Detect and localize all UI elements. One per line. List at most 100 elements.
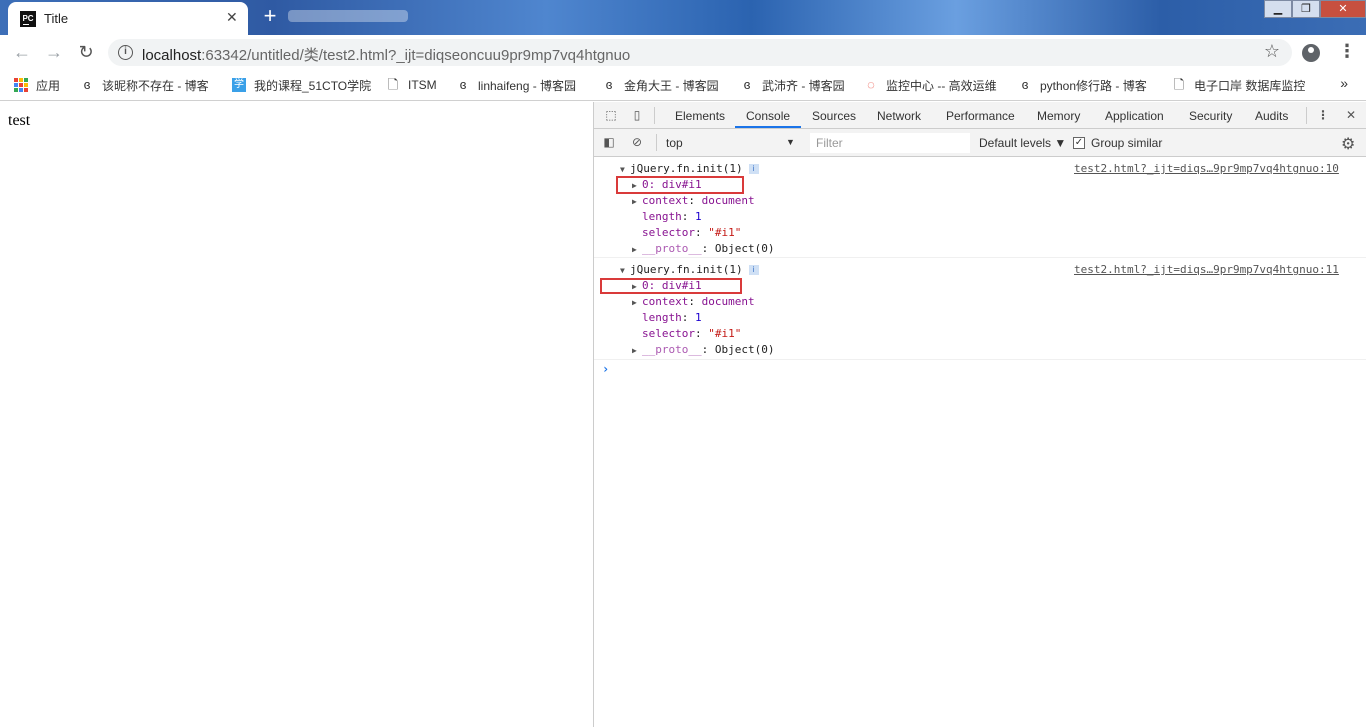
property-key: selector: [642, 327, 695, 340]
tab-network[interactable]: Network: [877, 109, 921, 123]
gear-icon[interactable]: ⚙: [1341, 134, 1355, 154]
collapse-triangle-icon[interactable]: ▶: [632, 296, 642, 310]
bookmark-item[interactable]: ◌ 监控中心 -- 高效运维: [864, 77, 997, 93]
new-tab-button[interactable]: +: [258, 4, 282, 28]
reload-icon[interactable]: ↻: [74, 40, 98, 64]
object-header[interactable]: ▼ jQuery.fn.init(1) i: [620, 263, 759, 277]
property-key: length: [642, 210, 682, 223]
object-header[interactable]: ▼ jQuery.fn.init(1) i: [620, 162, 759, 176]
source-link[interactable]: test2.html?_ijt=diqs…9pr9mp7vq4htgnuo:11: [1074, 263, 1339, 277]
property-value: document: [701, 194, 755, 207]
tab-title: Title: [44, 11, 69, 26]
bookmark-label: 应用: [36, 78, 61, 93]
chevron-down-icon[interactable]: ▼: [786, 137, 795, 147]
bookmark-item[interactable]: 🗋 电子口岸 数据库监控: [1172, 77, 1306, 93]
highlight-box: [616, 176, 744, 194]
property-value: 1: [695, 210, 702, 223]
bookmark-apps[interactable]: 应用: [14, 77, 60, 93]
bookmark-item[interactable]: ɞ linhaifeng - 博客园: [456, 77, 576, 93]
bookmark-label: python修行路 - 博客: [1040, 78, 1147, 93]
property-key: selector: [642, 226, 695, 239]
bookmark-item[interactable]: 🗋 ITSM: [386, 77, 437, 93]
devtools-menu-icon[interactable]: ⋮: [1314, 107, 1332, 123]
tab-security[interactable]: Security: [1189, 109, 1232, 123]
cnblogs-icon: ɞ: [83, 77, 91, 92]
property-row: length: 1: [642, 311, 702, 324]
tab-audits[interactable]: Audits: [1255, 109, 1288, 123]
close-devtools-icon[interactable]: ✕: [1342, 107, 1360, 123]
cnblogs-icon: ɞ: [1021, 77, 1029, 92]
tab-application[interactable]: Application: [1105, 109, 1164, 123]
bookmark-star-icon[interactable]: ☆: [1264, 41, 1280, 62]
clear-console-icon[interactable]: ⊘: [628, 134, 646, 150]
bookmark-label: 电子口岸 数据库监控: [1194, 78, 1306, 93]
cnblogs-icon: ɞ: [605, 77, 613, 92]
group-similar-label: Group similar: [1091, 136, 1163, 150]
bookmark-item[interactable]: 学 我的课程_51CTO学院: [232, 77, 371, 93]
tab-sources[interactable]: Sources: [812, 109, 856, 123]
collapse-triangle-icon[interactable]: ▶: [632, 243, 642, 257]
back-arrow-icon[interactable]: ←: [10, 40, 34, 64]
source-link[interactable]: test2.html?_ijt=diqs…9pr9mp7vq4htgnuo:10: [1074, 162, 1339, 176]
group-similar-checkbox[interactable]: ✓: [1073, 137, 1085, 149]
blurred-tab[interactable]: [288, 10, 408, 22]
property-row: length: 1: [642, 210, 702, 223]
filter-input[interactable]: Filter: [810, 133, 970, 153]
inspect-element-icon[interactable]: ⬚: [602, 107, 620, 123]
address-bar[interactable]: i localhost:63342/untitled/类/test2.html?…: [108, 39, 1292, 66]
expand-triangle-icon[interactable]: ▼: [620, 163, 630, 177]
bookmark-label: ITSM: [408, 78, 437, 92]
profile-avatar-icon[interactable]: [1302, 44, 1320, 62]
browser-menu-icon[interactable]: ⋮: [1338, 41, 1356, 62]
window-controls: ▁ ❐ ✕: [1264, 0, 1366, 20]
device-toolbar-icon[interactable]: ▯: [628, 107, 646, 123]
url-text[interactable]: localhost:63342/untitled/类/test2.html?_i…: [142, 44, 630, 65]
minimize-button[interactable]: ▁: [1264, 0, 1292, 18]
property-key: __proto__: [642, 242, 702, 255]
apps-grid-icon: [14, 78, 28, 92]
tab-performance[interactable]: Performance: [946, 109, 1015, 123]
tab-memory[interactable]: Memory: [1037, 109, 1080, 123]
bookmark-item[interactable]: ɞ python修行路 - 博客: [1018, 77, 1147, 93]
context-select[interactable]: top: [666, 136, 683, 150]
tab-close-icon[interactable]: ✕: [226, 9, 238, 26]
log-levels-dropdown[interactable]: Default levels ▼: [979, 136, 1066, 150]
site-info-icon[interactable]: i: [118, 45, 133, 60]
property-key: context: [642, 194, 689, 207]
collapse-triangle-icon[interactable]: ▶: [632, 344, 642, 358]
page-icon: 🗋: [387, 77, 399, 92]
page-icon: 🗋: [1173, 77, 1185, 92]
property-row[interactable]: ▶ context: document: [632, 194, 755, 208]
tab-elements[interactable]: Elements: [675, 109, 725, 123]
bookmark-item[interactable]: ɞ 金角大王 - 博客园: [602, 77, 719, 93]
property-row[interactable]: ▶ __proto__: Object(0): [632, 242, 774, 256]
sidebar-toggle-icon[interactable]: ◧: [600, 134, 618, 150]
devtools-tab-bar: ⬚ ▯ Elements Console Sources Network Per…: [594, 102, 1366, 129]
console-prompt-icon[interactable]: ›: [602, 362, 609, 376]
bookmark-item[interactable]: ɞ 武沛齐 - 博客园: [740, 77, 845, 93]
browser-tab[interactable]: PC Title ✕: [8, 2, 248, 35]
bookmark-label: 我的课程_51CTO学院: [254, 78, 372, 93]
bookmark-label: 武沛齐 - 博客园: [762, 78, 845, 93]
property-value: Object(0): [714, 242, 775, 255]
property-key: context: [642, 295, 689, 308]
bookmark-item[interactable]: ɞ 该昵称不存在 - 博客: [80, 77, 209, 93]
maximize-button[interactable]: ❐: [1292, 0, 1320, 18]
property-value: Object(0): [714, 343, 775, 356]
active-tab-indicator: [735, 126, 801, 128]
divider: [654, 107, 655, 124]
divider: [1306, 107, 1307, 124]
page-viewport: test: [0, 102, 593, 727]
forward-arrow-icon[interactable]: →: [42, 40, 66, 64]
collapse-triangle-icon[interactable]: ▶: [632, 195, 642, 209]
cnblogs-icon: ɞ: [459, 77, 467, 92]
bookmarks-bar: 应用 ɞ 该昵称不存在 - 博客 学 我的课程_51CTO学院 🗋 ITSM ɞ…: [0, 69, 1366, 101]
tab-console[interactable]: Console: [746, 109, 790, 123]
expand-triangle-icon[interactable]: ▼: [620, 264, 630, 278]
close-window-button[interactable]: ✕: [1320, 0, 1366, 18]
bookmark-label: 该昵称不存在 - 博客: [102, 78, 209, 93]
property-row[interactable]: ▶ context: document: [632, 295, 755, 309]
property-row[interactable]: ▶ __proto__: Object(0): [632, 343, 774, 357]
property-value: "#i1": [708, 327, 742, 340]
more-bookmarks-icon[interactable]: »: [1340, 75, 1348, 91]
